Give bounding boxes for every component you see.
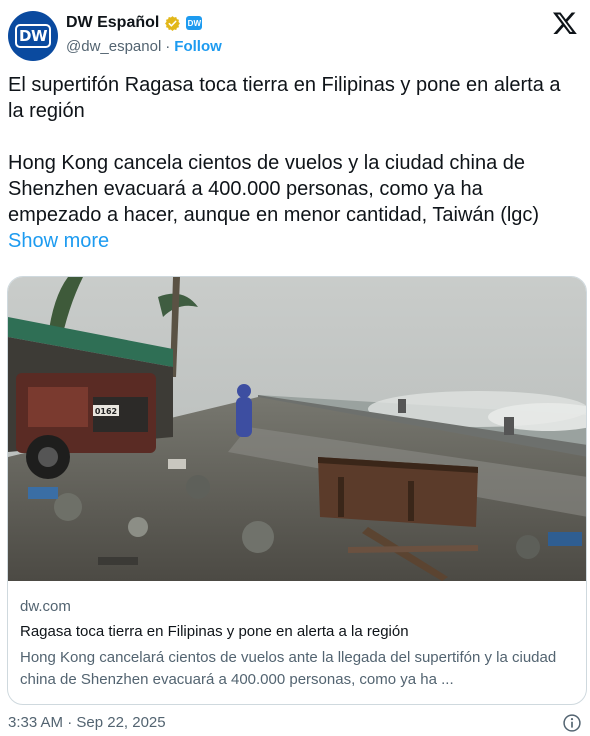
tweet-header: DW DW Español DW @dw_espanol · Follow: [8, 8, 582, 64]
x-logo-icon[interactable]: [552, 10, 578, 36]
card-title[interactable]: Ragasa toca tierra en Filipinas y pone e…: [20, 622, 574, 642]
card-meta: dw.com Ragasa toca tierra en Filipinas y…: [20, 597, 574, 691]
display-name[interactable]: DW Español: [66, 14, 159, 32]
verified-gold-icon[interactable]: [164, 15, 181, 32]
vehicle-sign: 0162: [95, 407, 117, 416]
dw-logo: DW: [15, 24, 51, 48]
handle[interactable]: @dw_espanol: [66, 38, 161, 55]
card-description: Hong Kong cancelará cientos de vuelos an…: [20, 649, 557, 688]
card-domain: dw.com: [20, 598, 71, 615]
name-row: DW Español DW: [66, 14, 203, 32]
info-icon[interactable]: [562, 713, 582, 733]
tweet-paragraph-2: Hong Kong cancela cientos de vuelos y la…: [8, 150, 580, 254]
link-card[interactable]: 0162 dw.com Ragasa toca tierra en Filipi…: [7, 276, 587, 705]
separator: ·: [165, 38, 171, 55]
tweet-footer: 3:33 AM · Sep 22, 2025: [8, 712, 582, 734]
card-image[interactable]: 0162: [8, 277, 587, 581]
tweet-paragraph-2-text: Hong Kong cancela cientos de vuelos y la…: [8, 152, 540, 226]
tweet-paragraph-1: El supertifón Ragasa toca tierra en Fili…: [8, 74, 561, 122]
tweet-text: El supertifón Ragasa toca tierra en Fili…: [8, 72, 580, 254]
affiliate-badge-icon[interactable]: DW: [186, 16, 203, 30]
show-more-link[interactable]: Show more: [8, 230, 109, 252]
timestamp[interactable]: 3:33 AM · Sep 22, 2025: [8, 714, 166, 731]
handle-row: @dw_espanol · Follow: [66, 38, 222, 55]
avatar[interactable]: DW: [8, 11, 58, 61]
follow-button[interactable]: Follow: [174, 38, 222, 55]
